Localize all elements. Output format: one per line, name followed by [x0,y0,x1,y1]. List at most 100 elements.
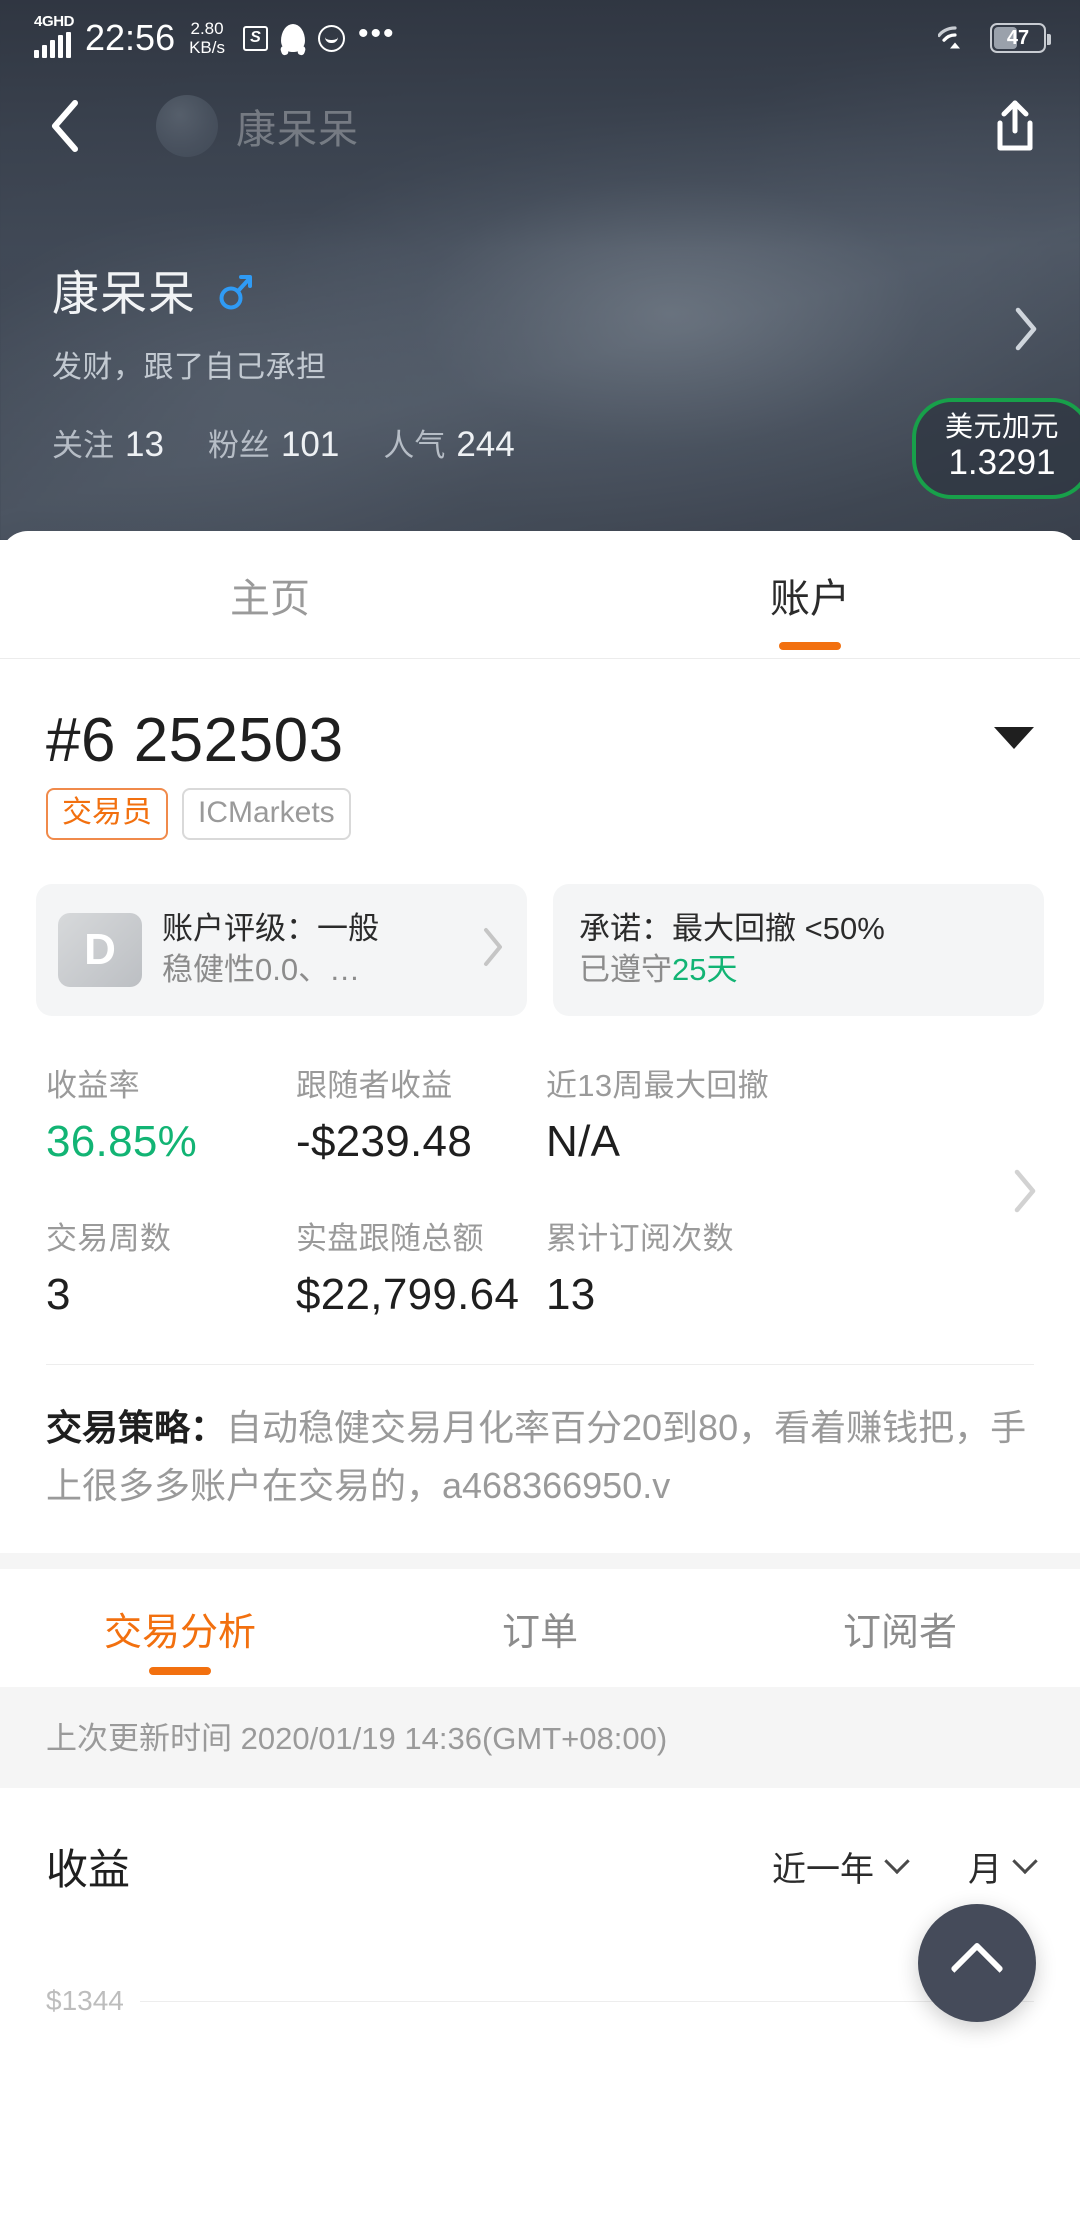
metric-total-follow-amount-label: 实盘跟随总额 [296,1220,484,1256]
rating-card[interactable]: D 账户评级：一般 稳健性0.0、… [36,883,527,1016]
account-id-row[interactable]: #6 252503 [46,705,1034,776]
section-gap-strip [0,1553,1080,1570]
status-bar-left: 4GHD 22:56 2.80 KB/s S ••• [34,14,396,58]
tab-orders-indicator [509,1667,571,1675]
rating-title: 账户评级：一般 [162,910,379,946]
metric-return-rate: 收益率 36.85% [46,1060,296,1167]
share-button[interactable] [982,91,1048,161]
status-bar-right: 47 [938,23,1051,53]
earnings-controls: 近一年 月 [772,1842,1038,1891]
share-icon [997,100,1033,151]
fx-pair-label: 美元加元 [944,411,1059,442]
caret-down-icon[interactable] [994,727,1034,749]
metric-trading-weeks-value: 3 [46,1269,71,1319]
tab-orders[interactable]: 订单 [360,1569,720,1687]
stat-fans[interactable]: 粉丝 101 [208,420,339,465]
earnings-range-label: 近一年 [772,1851,874,1890]
metric-follower-profit-value: -$239.48 [296,1116,473,1166]
nav-title-label: 康呆呆 [236,108,359,152]
promise-card[interactable]: 承诺：最大回撤 <50% 已遵守25天 [553,883,1044,1016]
chat-bubble-icon [318,24,345,52]
back-chevron-icon [52,100,78,152]
rating-grade-badge: D [58,912,142,987]
app-screen: 4GHD 22:56 2.80 KB/s S ••• 47 康呆呆 康呆呆 发财… [0,0,1080,2214]
main-tab-bar: 主页 账户 [0,531,1080,659]
account-header: #6 252503 交易员 ICMarkets [0,659,1080,840]
metrics-grid[interactable]: 收益率 36.85% 跟随者收益 -$239.48 近13周最大回撤 N/A 交… [0,1016,1080,1320]
promise-days: 25天 [672,951,738,987]
stat-fans-value: 101 [280,425,340,464]
rating-card-text: 账户评级：一般 稳健性0.0、… [162,909,379,991]
promise-title: 承诺：最大回撤 <50% [579,910,885,946]
network-type-label: 4GHD [34,13,75,30]
tag-trader: 交易员 [46,788,168,840]
back-button[interactable] [32,93,98,159]
metric-total-follow-amount-value: $22,799.64 [296,1269,520,1319]
battery-percent-label: 47 [1006,26,1030,49]
stat-following-value: 13 [125,425,164,464]
battery-icon: 47 [990,23,1051,53]
chart-top-gridline: $1344 [0,1985,1080,2017]
account-tags: 交易员 ICMarkets [46,788,1034,840]
tab-orders-label: 订单 [501,1611,578,1654]
chevron-right-icon [1014,1169,1036,1212]
overflow-dots-icon: ••• [358,16,396,50]
metric-trading-weeks: 交易周数 3 [46,1213,296,1320]
profile-detail-chevron[interactable] [1012,305,1040,358]
profile-stats: 关注 13 粉丝 101 人气 244 [52,420,1028,465]
tab-account-label: 账户 [770,576,850,621]
fx-quote-badge[interactable]: 美元加元 1.3291 [912,398,1080,500]
tab-homepage-label: 主页 [230,576,310,621]
fx-price-value: 1.3291 [948,442,1056,482]
stat-following[interactable]: 关注 13 [52,420,164,465]
metric-total-subscriptions-label: 累计订阅次数 [546,1220,734,1256]
tab-account-indicator [779,642,841,650]
rating-subtitle: 稳健性0.0、… [162,951,361,987]
rating-card-chevron [481,926,505,973]
signal-bars-icon [34,32,71,58]
promise-prefix: 已遵守 [579,951,672,987]
chevron-down-icon [884,1848,910,1874]
sub-tab-bar: 交易分析 订单 订阅者 [0,1569,1080,1688]
metric-return-rate-value: 36.85% [46,1116,198,1166]
tab-account[interactable]: 账户 [540,531,1080,658]
profile-name: 康呆呆 [52,267,196,320]
earnings-period-selector[interactable]: 月 [968,1842,1038,1891]
stat-popularity[interactable]: 人气 244 [383,420,514,465]
metric-follower-profit: 跟随者收益 -$239.48 [296,1060,546,1167]
earnings-period-label: 月 [968,1851,1002,1890]
last-updated-label: 上次更新时间 2020/01/19 14:36(GMT+08:00) [0,1687,1080,1789]
tab-homepage-indicator [239,642,301,650]
earnings-header: 收益 近一年 月 [0,1788,1080,1897]
account-id-label: #6 252503 [46,706,344,775]
tab-subscribers[interactable]: 订阅者 [720,1569,1080,1687]
metric-max-drawdown: 近13周最大回撤 N/A [546,1060,846,1167]
tab-homepage[interactable]: 主页 [0,531,540,658]
nav-title-group: 康呆呆 [156,95,359,157]
metric-return-rate-label: 收益率 [46,1067,140,1103]
tag-broker: ICMarkets [182,788,351,840]
summary-cards: D 账户评级：一般 稳健性0.0、… 承诺：最大回撤 <50% 已遵守25天 [0,840,1080,1016]
qq-penguin-icon [281,24,305,52]
tab-trade-analysis[interactable]: 交易分析 [0,1569,360,1687]
tab-subscribers-label: 订阅者 [842,1611,957,1654]
earnings-title: 收益 [46,1846,131,1894]
tab-trade-analysis-label: 交易分析 [103,1611,256,1654]
metrics-detail-chevron[interactable] [1012,1168,1038,1219]
status-bar: 4GHD 22:56 2.80 KB/s S ••• 47 [0,0,1080,76]
earnings-range-selector[interactable]: 近一年 [772,1842,910,1891]
scroll-to-top-button[interactable] [918,1904,1036,2022]
clock-time: 22:56 [85,17,176,58]
profile-name-row: 康呆呆 [52,255,1028,324]
male-symbol-icon [219,274,252,309]
metric-trading-weeks-label: 交易周数 [46,1220,172,1256]
nav-bar: 康呆呆 [0,76,1080,176]
scroll-to-top-icon [950,1941,1004,1996]
metrics-row-1: 收益率 36.85% 跟随者收益 -$239.48 近13周最大回撤 N/A [46,1060,1034,1167]
metric-total-subscriptions: 累计订阅次数 13 [546,1213,846,1320]
metric-max-drawdown-label: 近13周最大回撤 [546,1067,769,1103]
stat-popularity-value: 244 [456,425,515,464]
s-app-icon: S [243,25,268,51]
metric-total-follow-amount: 实盘跟随总额 $22,799.64 [296,1213,546,1320]
strategy-section: 交易策略：自动稳健交易月化率百分20到80，看着赚钱把，手上很多多账户在交易的，… [0,1365,1080,1516]
